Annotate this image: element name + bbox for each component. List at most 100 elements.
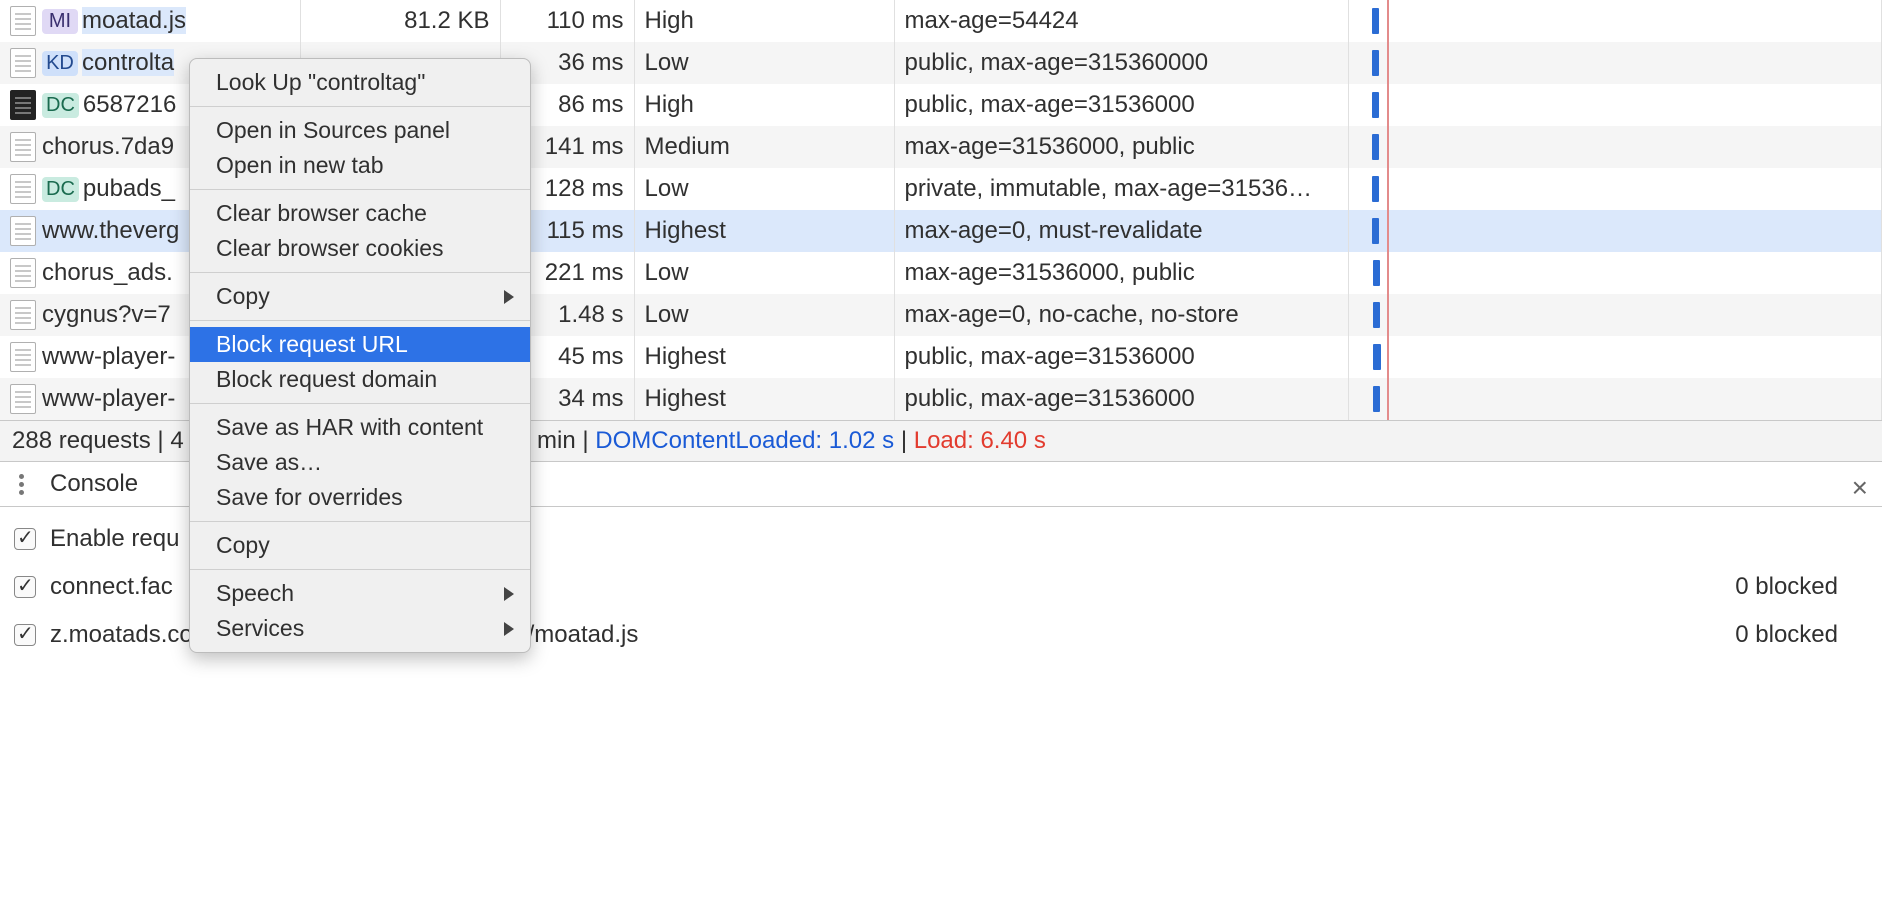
waterfall-marker: [1387, 210, 1389, 252]
menu-block-domain[interactable]: Block request domain: [190, 362, 530, 397]
menu-block-url[interactable]: Block request URL: [190, 327, 530, 362]
file-icon: [10, 90, 36, 120]
menu-open-tab[interactable]: Open in new tab: [190, 148, 530, 183]
initiator-badge: KD: [42, 51, 78, 76]
file-icon: [10, 216, 36, 246]
cell-priority: Highest: [634, 210, 894, 252]
waterfall-marker: [1387, 84, 1389, 126]
cell-waterfall: [1348, 210, 1882, 252]
menu-services[interactable]: Services: [190, 611, 530, 646]
cell-priority: Highest: [634, 336, 894, 378]
cell-size: 81.2 KB: [300, 0, 500, 42]
summary-sep: |: [901, 427, 914, 454]
menu-separator: [190, 189, 530, 190]
file-name: chorus_ads.: [42, 259, 173, 286]
waterfall-bar: [1373, 344, 1381, 370]
cell-cache-control: public, max-age=31536000: [894, 84, 1348, 126]
waterfall-marker: [1387, 126, 1389, 168]
menu-copy[interactable]: Copy: [190, 279, 530, 314]
file-name: www-player-: [42, 385, 175, 412]
cell-cache-control: private, immutable, max-age=31536…: [894, 168, 1348, 210]
menu-clear-cookies[interactable]: Clear browser cookies: [190, 231, 530, 266]
cell-cache-control: max-age=54424: [894, 0, 1348, 42]
tab-console[interactable]: Console: [50, 470, 138, 498]
cell-waterfall: [1348, 378, 1882, 420]
waterfall-bar: [1373, 260, 1380, 286]
menu-separator: [190, 320, 530, 321]
blocked-count: 0 blocked: [1735, 621, 1868, 649]
waterfall-bar: [1372, 50, 1379, 76]
cell-waterfall: [1348, 84, 1882, 126]
menu-lookup[interactable]: Look Up "controltag": [190, 65, 530, 100]
menu-copy-2[interactable]: Copy: [190, 528, 530, 563]
cell-cache-control: max-age=0, must-revalidate: [894, 210, 1348, 252]
waterfall-bar: [1372, 92, 1379, 118]
cell-priority: Medium: [634, 126, 894, 168]
cell-priority: Highest: [634, 378, 894, 420]
file-icon: [10, 258, 36, 288]
summary-load: Load: 6.40 s: [914, 427, 1046, 454]
close-icon[interactable]: ×: [1852, 472, 1868, 504]
kebab-icon[interactable]: [10, 474, 32, 495]
initiator-badge: DC: [42, 177, 79, 202]
blocked-count: 0 blocked: [1735, 573, 1868, 601]
cell-priority: High: [634, 84, 894, 126]
menu-open-sources[interactable]: Open in Sources panel: [190, 113, 530, 148]
file-name: cygnus?v=7: [42, 301, 171, 328]
cell-priority: Low: [634, 42, 894, 84]
cell-cache-control: public, max-age=31536000: [894, 336, 1348, 378]
pattern-checkbox[interactable]: [14, 576, 36, 598]
cell-waterfall: [1348, 168, 1882, 210]
network-row[interactable]: MImoatad.js81.2 KB110 msHighmax-age=5442…: [0, 0, 1882, 42]
file-name: www.theverg: [42, 217, 179, 244]
waterfall-bar: [1373, 386, 1380, 412]
menu-speech[interactable]: Speech: [190, 576, 530, 611]
file-icon: [10, 174, 36, 204]
file-icon: [10, 300, 36, 330]
waterfall-bar: [1372, 176, 1379, 202]
cell-waterfall: [1348, 0, 1882, 42]
summary-requests: 288 requests | 4: [12, 427, 184, 454]
enable-blocking-checkbox[interactable]: [14, 528, 36, 550]
menu-save-har[interactable]: Save as HAR with content: [190, 410, 530, 445]
cell-priority: Low: [634, 252, 894, 294]
cell-waterfall: [1348, 252, 1882, 294]
menu-clear-cache[interactable]: Clear browser cache: [190, 196, 530, 231]
file-name: pubads_: [83, 175, 175, 202]
cell-cache-control: public, max-age=31536000: [894, 378, 1348, 420]
menu-separator: [190, 403, 530, 404]
file-icon: [10, 342, 36, 372]
menu-separator: [190, 569, 530, 570]
cell-waterfall: [1348, 126, 1882, 168]
file-icon: [10, 384, 36, 414]
waterfall-marker: [1387, 42, 1389, 84]
file-name: chorus.7da9: [42, 133, 174, 160]
waterfall-marker: [1387, 336, 1389, 378]
waterfall-marker: [1387, 0, 1389, 42]
file-icon: [10, 132, 36, 162]
cell-waterfall: [1348, 42, 1882, 84]
cell-waterfall: [1348, 294, 1882, 336]
cell-cache-control: max-age=0, no-cache, no-store: [894, 294, 1348, 336]
cell-time: 110 ms: [500, 0, 634, 42]
menu-separator: [190, 521, 530, 522]
cell-waterfall: [1348, 336, 1882, 378]
pattern-checkbox[interactable]: [14, 624, 36, 646]
menu-save-overrides[interactable]: Save for overrides: [190, 480, 530, 515]
summary-dom-content-loaded: DOMContentLoaded: 1.02 s: [595, 427, 894, 454]
cell-cache-control: max-age=31536000, public: [894, 252, 1348, 294]
file-name: 6587216: [83, 91, 176, 118]
file-name: controlta: [82, 49, 174, 76]
menu-save-as[interactable]: Save as…: [190, 445, 530, 480]
waterfall-marker: [1387, 168, 1389, 210]
cell-priority: High: [634, 0, 894, 42]
waterfall-bar: [1372, 218, 1379, 244]
waterfall-marker: [1387, 252, 1389, 294]
summary-mid: min |: [537, 427, 595, 454]
waterfall-marker: [1387, 294, 1389, 336]
context-menu: Look Up "controltag" Open in Sources pan…: [189, 58, 531, 653]
file-icon: [10, 48, 36, 78]
waterfall-bar: [1373, 302, 1380, 328]
enable-blocking-label: Enable requ: [50, 525, 179, 553]
initiator-badge: DC: [42, 93, 79, 118]
